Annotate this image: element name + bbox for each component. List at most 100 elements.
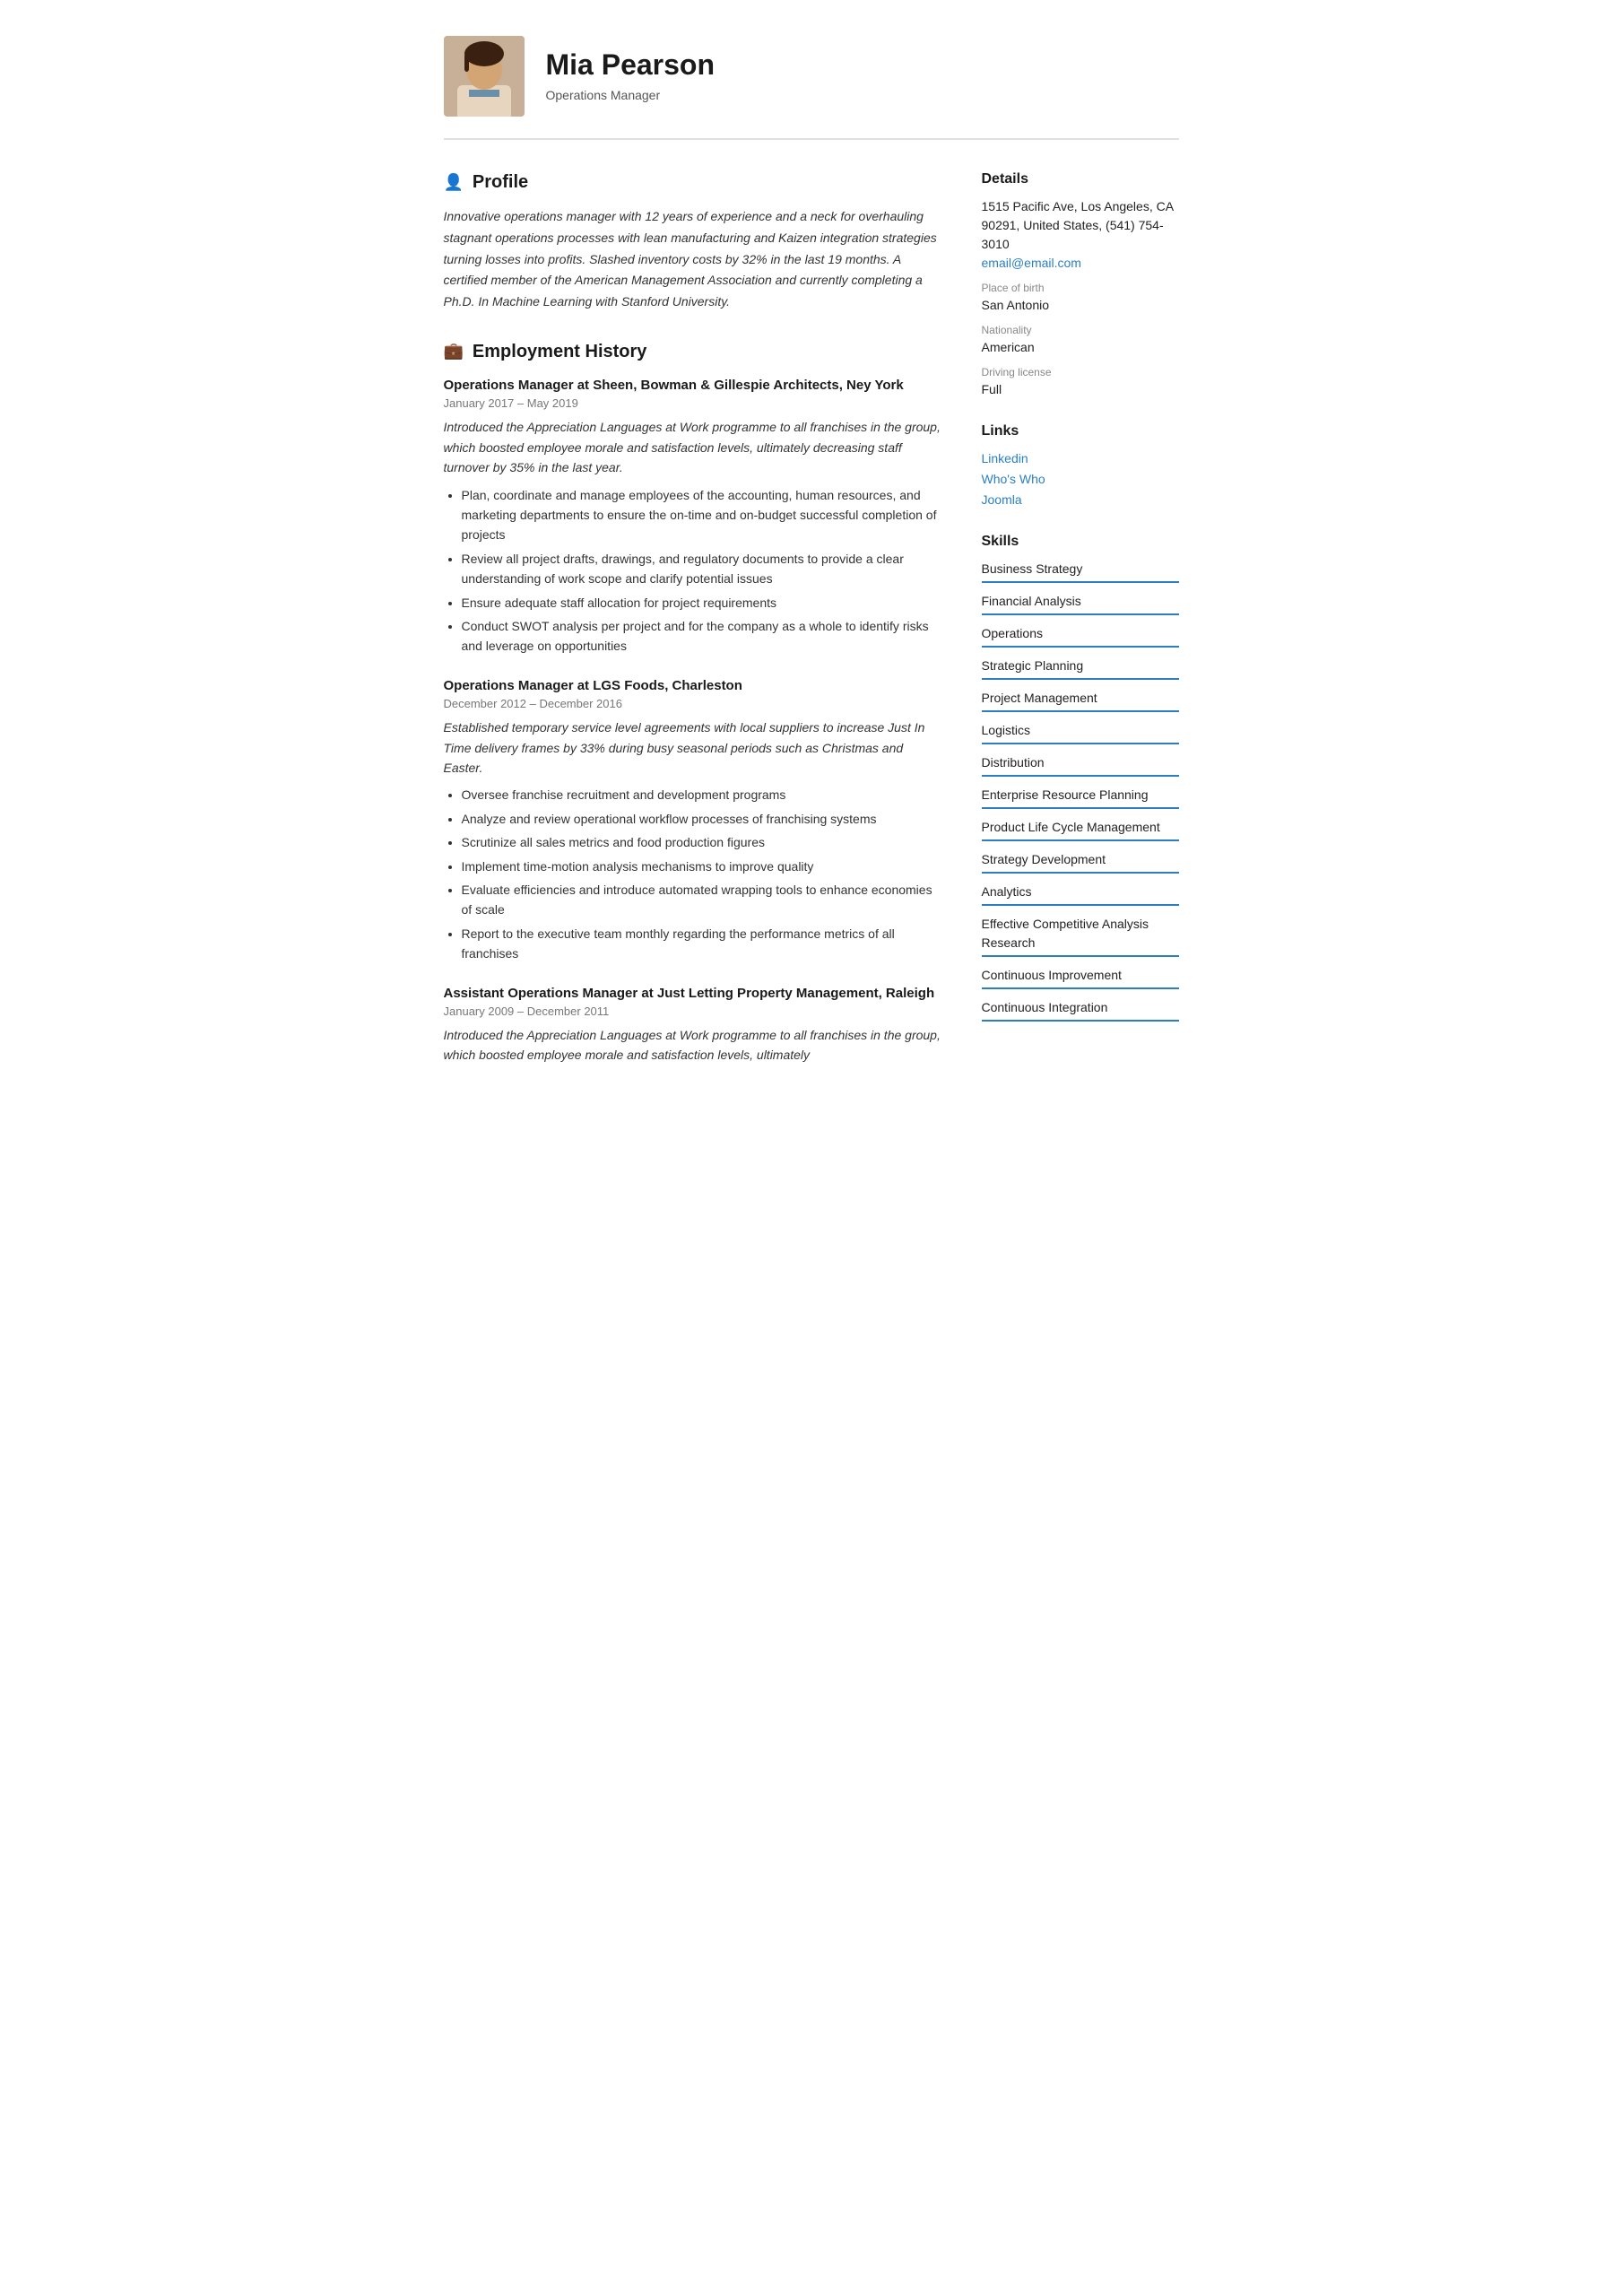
address: 1515 Pacific Ave, Los Angeles, CA 90291,… [982, 197, 1179, 254]
skills-section: Skills Business Strategy Financial Analys… [982, 531, 1179, 1022]
profile-icon: 👤 [444, 170, 464, 195]
skill-name: Operations [982, 624, 1179, 643]
skill-bar [982, 807, 1179, 809]
job-1: Operations Manager at Sheen, Bowman & Gi… [444, 376, 946, 657]
skill-bar [982, 710, 1179, 712]
email: email@email.com [982, 254, 1179, 273]
bullet-item: Plan, coordinate and manage employees of… [462, 485, 946, 545]
skill-name: Financial Analysis [982, 592, 1179, 611]
bullet-item: Scrutinize all sales metrics and food pr… [462, 832, 946, 852]
place-of-birth: San Antonio [982, 296, 1179, 315]
job-3-summary: Introduced the Appreciation Languages at… [444, 1025, 946, 1065]
skill-bar [982, 775, 1179, 777]
skill-item: Distribution [982, 753, 1179, 777]
link-whos-who[interactable]: Who's Who [982, 470, 1179, 489]
skill-item: Strategy Development [982, 850, 1179, 874]
skill-bar [982, 1020, 1179, 1022]
main-column: 👤 Profile Innovative operations manager … [444, 169, 946, 1091]
skill-name: Analytics [982, 883, 1179, 901]
skill-bar [982, 678, 1179, 680]
skill-bar [982, 872, 1179, 874]
job-2-summary: Established temporary service level agre… [444, 718, 946, 778]
skill-item: Enterprise Resource Planning [982, 786, 1179, 809]
skill-item: Business Strategy [982, 560, 1179, 583]
nationality: American [982, 338, 1179, 357]
bullet-item: Evaluate efficiencies and introduce auto… [462, 880, 946, 920]
job-1-dates: January 2017 – May 2019 [444, 395, 946, 413]
skill-item: Analytics [982, 883, 1179, 906]
skill-item: Operations [982, 624, 1179, 648]
skill-item: Continuous Integration [982, 998, 1179, 1022]
skill-bar [982, 581, 1179, 583]
skill-bar [982, 987, 1179, 989]
skill-item: Strategic Planning [982, 657, 1179, 680]
skill-item: Logistics [982, 721, 1179, 744]
job-1-summary: Introduced the Appreciation Languages at… [444, 417, 946, 477]
employment-section: 💼 Employment History Operations Manager … [444, 338, 946, 1065]
skill-name: Strategic Planning [982, 657, 1179, 675]
skill-bar [982, 955, 1179, 957]
profile-section-title: 👤 Profile [444, 169, 946, 196]
bullet-item: Oversee franchise recruitment and develo… [462, 785, 946, 804]
skill-item: Financial Analysis [982, 592, 1179, 615]
skill-name: Distribution [982, 753, 1179, 772]
driving-license: Full [982, 380, 1179, 399]
details-title: Details [982, 169, 1179, 190]
resume-header: Mia Pearson Operations Manager [444, 36, 1179, 140]
skill-name: Continuous Integration [982, 998, 1179, 1017]
skill-bar [982, 904, 1179, 906]
job-2: Operations Manager at LGS Foods, Charles… [444, 676, 946, 964]
skill-bar [982, 613, 1179, 615]
job-1-bullets: Plan, coordinate and manage employees of… [444, 485, 946, 657]
header-info: Mia Pearson Operations Manager [546, 48, 716, 104]
job-2-bullets: Oversee franchise recruitment and develo… [444, 785, 946, 963]
job-3: Assistant Operations Manager at Just Let… [444, 984, 946, 1065]
bullet-item: Analyze and review operational workflow … [462, 809, 946, 829]
avatar-image [444, 36, 525, 117]
link-linkedin[interactable]: Linkedin [982, 449, 1179, 468]
nationality-label: Nationality [982, 322, 1179, 338]
skill-bar [982, 646, 1179, 648]
skill-bar [982, 743, 1179, 744]
job-3-title: Assistant Operations Manager at Just Let… [444, 984, 946, 1003]
profile-section: 👤 Profile Innovative operations manager … [444, 169, 946, 313]
content-area: 👤 Profile Innovative operations manager … [444, 169, 1179, 1091]
bullet-item: Conduct SWOT analysis per project and fo… [462, 616, 946, 657]
skill-name: Effective Competitive Analysis Research [982, 915, 1179, 952]
avatar [444, 36, 525, 117]
link-joomla[interactable]: Joomla [982, 491, 1179, 509]
driving-license-label: Driving license [982, 364, 1179, 380]
skill-name: Continuous Improvement [982, 966, 1179, 985]
skill-item: Product Life Cycle Management [982, 818, 1179, 841]
job-2-title: Operations Manager at LGS Foods, Charles… [444, 676, 946, 695]
skill-name: Enterprise Resource Planning [982, 786, 1179, 804]
candidate-title: Operations Manager [546, 86, 716, 105]
skill-name: Business Strategy [982, 560, 1179, 578]
skill-name: Logistics [982, 721, 1179, 740]
skill-name: Product Life Cycle Management [982, 818, 1179, 837]
job-1-title: Operations Manager at Sheen, Bowman & Gi… [444, 376, 946, 395]
skill-item: Effective Competitive Analysis Research [982, 915, 1179, 957]
place-of-birth-label: Place of birth [982, 280, 1179, 296]
job-2-dates: December 2012 – December 2016 [444, 695, 946, 713]
bullet-item: Ensure adequate staff allocation for pro… [462, 593, 946, 613]
skill-item: Project Management [982, 689, 1179, 712]
employment-icon: 💼 [444, 339, 464, 363]
links-section: Links Linkedin Who's Who Joomla [982, 421, 1179, 509]
job-3-dates: January 2009 – December 2011 [444, 1003, 946, 1021]
skill-name: Project Management [982, 689, 1179, 708]
sidebar: Details 1515 Pacific Ave, Los Angeles, C… [982, 169, 1179, 1091]
details-section: Details 1515 Pacific Ave, Los Angeles, C… [982, 169, 1179, 399]
skills-list: Business Strategy Financial Analysis Opera… [982, 560, 1179, 1022]
skills-title: Skills [982, 531, 1179, 552]
profile-text: Innovative operations manager with 12 ye… [444, 206, 946, 313]
links-title: Links [982, 421, 1179, 442]
bullet-item: Report to the executive team monthly reg… [462, 924, 946, 964]
skill-name: Strategy Development [982, 850, 1179, 869]
candidate-name: Mia Pearson [546, 48, 716, 82]
employment-section-title: 💼 Employment History [444, 338, 946, 365]
bullet-item: Implement time-motion analysis mechanism… [462, 857, 946, 876]
resume-page: Mia Pearson Operations Manager 👤 Profile… [408, 0, 1215, 1126]
skill-bar [982, 839, 1179, 841]
bullet-item: Review all project drafts, drawings, and… [462, 549, 946, 589]
